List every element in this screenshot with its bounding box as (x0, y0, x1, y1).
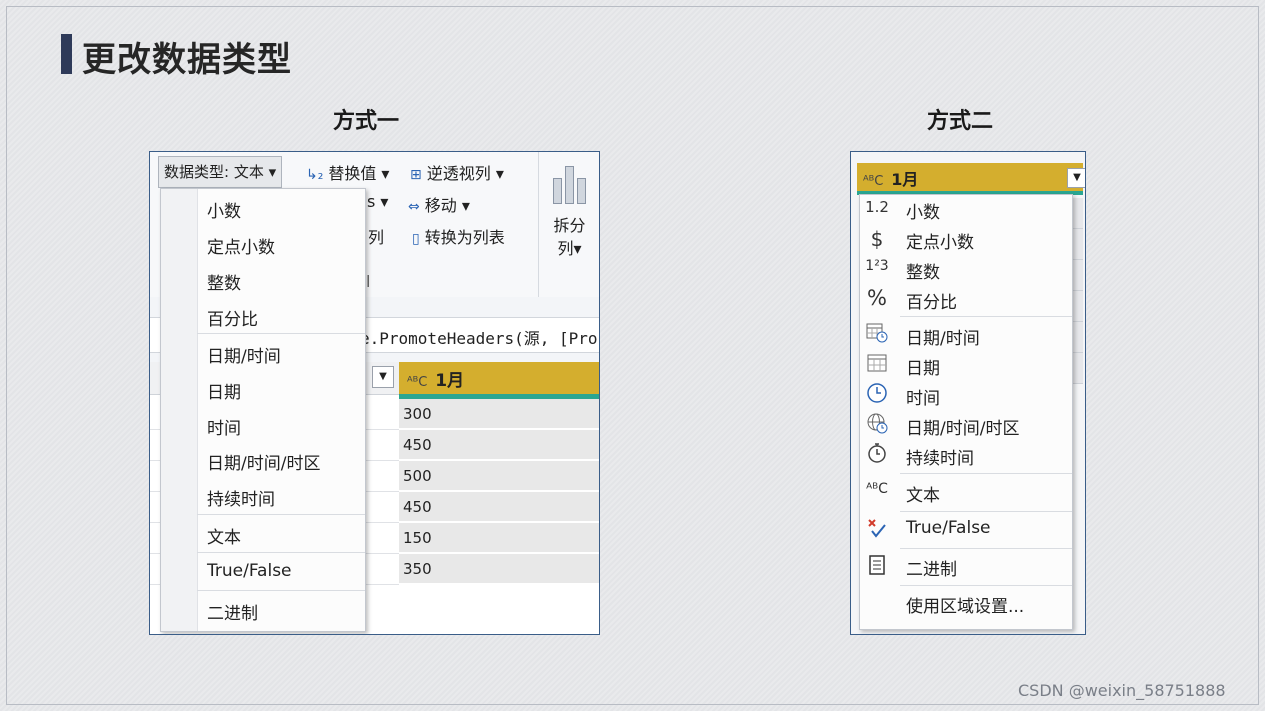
split-label-2: 列▾ (557, 239, 582, 258)
menu-item-datetime[interactable]: 日期/时间 (906, 324, 980, 349)
menu-divider (900, 316, 1072, 317)
formula-text: e.PromoteHeaders(源, [Pro (360, 329, 598, 348)
partial-ribbon-group-label: l (366, 272, 371, 291)
menu-divider (900, 511, 1072, 512)
column-filter-icon[interactable]: ▼ (372, 366, 394, 388)
menu-item-true-false[interactable]: True/False (906, 518, 991, 538)
method1-screenshot: 数据类型: 文本 ▾ ↳₂ 替换值 ▾ ⊞ 逆透视列 ▾ s ▾ ⇔ 移动 ▾ 列 ▯… (149, 151, 600, 635)
column-type-context-menu: 1.2 小数 $ 定点小数 1²3 整数 % 百分比 日期/时间 日期 时间 日… (859, 194, 1073, 630)
table-cell[interactable]: 150 (399, 523, 599, 553)
table-cell[interactable]: 300 (399, 399, 599, 429)
partial-ribbon-item-1[interactable]: s ▾ (367, 192, 388, 211)
method2-label: 方式二 (927, 109, 994, 134)
menu-item-fixed-decimal[interactable]: 定点小数 (207, 233, 275, 258)
percent-icon: % (867, 286, 887, 310)
menu-item-decimal[interactable]: 小数 (207, 197, 241, 222)
column-filter-icon[interactable]: ▼ (1067, 168, 1085, 188)
menu-divider (197, 590, 365, 591)
split-column-icon (551, 164, 587, 204)
replace-values-button[interactable]: ↳₂ 替换值 ▾ (306, 160, 389, 184)
menu-item-datetime-zone[interactable]: 日期/时间/时区 (906, 414, 1019, 439)
menu-item-duration[interactable]: 持续时间 (906, 444, 974, 469)
title-accent-bar (61, 34, 72, 74)
text-type-icon[interactable]: ᴬᴮC (863, 174, 883, 189)
menu-item-binary[interactable]: 二进制 (906, 555, 957, 580)
globe-clock-icon (864, 412, 890, 439)
menu-divider (197, 552, 365, 553)
unpivot-icon: ⊞ (410, 167, 422, 183)
clock-icon (864, 382, 890, 409)
stopwatch-icon (864, 442, 890, 469)
calendar-icon (864, 352, 890, 379)
text-type-icon[interactable]: ᴬᴮC (407, 375, 427, 390)
binary-icon (864, 554, 890, 581)
menu-divider (900, 585, 1072, 586)
menu-item-binary[interactable]: 二进制 (207, 599, 258, 624)
menu-item-duration[interactable]: 持续时间 (207, 485, 275, 510)
datetime-icon (864, 321, 890, 348)
method2-screenshot: ᴬᴮC 1月 ▼ 1.2 小数 $ 定点小数 1²3 整数 % 百分比 日期/时间… (850, 151, 1086, 635)
convert-to-list-button[interactable]: ▯ 转换为列表 (412, 224, 505, 248)
replace-icon: ↳₂ (306, 167, 324, 183)
menu-item-integer[interactable]: 整数 (207, 269, 241, 294)
page-title: 更改数据类型 (82, 40, 292, 80)
currency-icon: $ (870, 227, 884, 251)
menu-divider (900, 473, 1072, 474)
split-label-1: 拆分 (553, 216, 586, 235)
data-type-button[interactable]: 数据类型: 文本 ▾ (158, 156, 283, 188)
menu-item-date[interactable]: 日期 (207, 378, 241, 403)
menu-item-time[interactable]: 时间 (207, 414, 241, 439)
move-icon: ⇔ (408, 199, 420, 215)
menu-divider (197, 333, 365, 334)
decimal-icon: 1.2 (865, 198, 889, 216)
menu-item-percentage[interactable]: 百分比 (207, 305, 258, 330)
menu-divider (900, 548, 1072, 549)
menu-item-date[interactable]: 日期 (906, 354, 940, 379)
menu-item-text[interactable]: 文本 (207, 523, 241, 548)
menu-item-fixed-decimal[interactable]: 定点小数 (906, 228, 974, 253)
table-cell[interactable]: 350 (399, 554, 599, 584)
text-type-icon: ᴬᴮC (866, 481, 888, 497)
data-type-dropdown-menu: 小数 定点小数 整数 百分比 日期/时间 日期 时间 日期/时间/时区 持续时间… (160, 188, 366, 632)
list-icon: ▯ (412, 231, 420, 247)
menu-item-datetime-zone[interactable]: 日期/时间/时区 (207, 449, 320, 474)
menu-divider (197, 514, 365, 515)
watermark: CSDN @weixin_58751888 (1018, 681, 1226, 700)
menu-item-true-false[interactable]: True/False (207, 561, 292, 581)
menu-item-use-locale[interactable]: 使用区域设置... (906, 592, 1024, 617)
method1-label: 方式一 (333, 109, 400, 134)
unpivot-button[interactable]: ⊞ 逆透视列 ▾ (410, 160, 504, 184)
move-button[interactable]: ⇔ 移动 ▾ (408, 192, 470, 216)
column-header-1month[interactable]: ᴬᴮC 1月 (399, 362, 599, 399)
true-false-icon (864, 517, 890, 544)
table-cell[interactable]: 450 (399, 430, 599, 460)
menu-item-text[interactable]: 文本 (906, 481, 940, 506)
integer-icon: 1²3 (865, 258, 889, 274)
menu-item-percentage[interactable]: 百分比 (906, 288, 957, 313)
menu-item-decimal[interactable]: 小数 (906, 198, 940, 223)
table-cell[interactable]: 450 (399, 492, 599, 522)
menu-item-time[interactable]: 时间 (906, 384, 940, 409)
menu-item-datetime[interactable]: 日期/时间 (207, 342, 281, 367)
split-column-button[interactable]: 拆分 列▾ (538, 152, 599, 297)
partial-ribbon-item-2[interactable]: 列 (368, 224, 384, 248)
column-header-1month[interactable]: ᴬᴮC 1月 ▼ (857, 163, 1085, 195)
menu-item-integer[interactable]: 整数 (906, 258, 940, 283)
table-cell[interactable]: 500 (399, 461, 599, 491)
